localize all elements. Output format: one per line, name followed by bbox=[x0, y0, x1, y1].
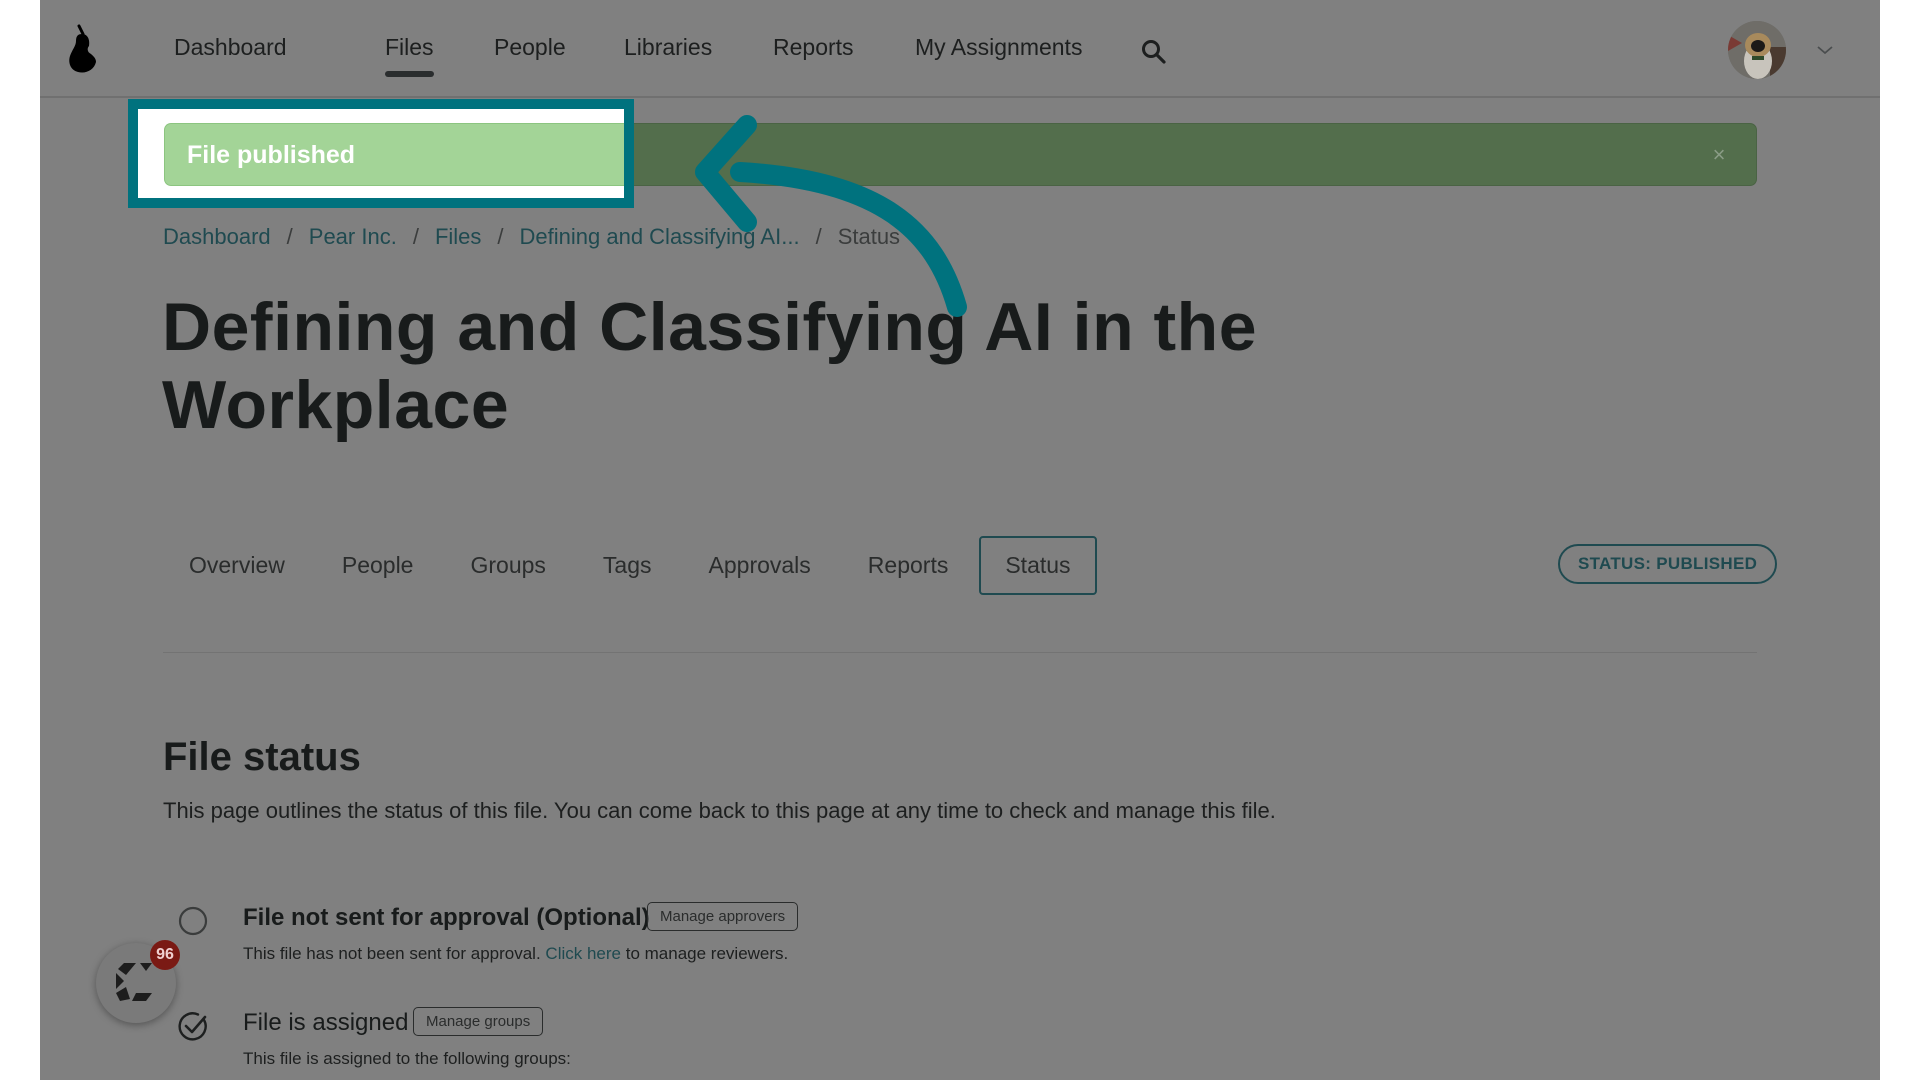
nav-people[interactable]: People bbox=[494, 34, 566, 61]
breadcrumb-files[interactable]: Files bbox=[435, 224, 481, 250]
breadcrumb-separator: / bbox=[286, 224, 293, 249]
alert-highlight: File published bbox=[164, 123, 624, 186]
empty-circle-icon bbox=[178, 906, 208, 936]
page-title: Defining and Classifying AI in the Workp… bbox=[162, 289, 1258, 443]
tab-status[interactable]: Status bbox=[979, 535, 1097, 595]
tab-people[interactable]: People bbox=[316, 536, 440, 595]
nav-my-assignments[interactable]: My Assignments bbox=[915, 34, 1082, 61]
top-navigation: Dashboard Files People Libraries Reports… bbox=[40, 0, 1880, 98]
status-label: File is assigned bbox=[243, 1009, 409, 1036]
close-icon[interactable]: × bbox=[1708, 144, 1730, 166]
app-frame: Dashboard Files People Libraries Reports… bbox=[40, 0, 1880, 1080]
status-description: This file is assigned to the following g… bbox=[243, 1049, 571, 1068]
status-text: This file has not been sent for approval… bbox=[243, 944, 541, 963]
breadcrumb-separator: / bbox=[412, 224, 419, 249]
file-tabs: Overview People Groups Tags Approvals Re… bbox=[163, 535, 1102, 595]
nav-reports[interactable]: Reports bbox=[773, 34, 854, 61]
search-icon[interactable] bbox=[1140, 38, 1168, 66]
pear-logo-icon[interactable] bbox=[66, 24, 102, 76]
status-text: to manage reviewers. bbox=[625, 944, 789, 963]
section-description: This page outlines the status of this fi… bbox=[163, 798, 1276, 823]
notification-badge: 96 bbox=[150, 940, 180, 970]
status-badge: STATUS: PUBLISHED bbox=[1558, 544, 1778, 584]
section-title: File status bbox=[163, 735, 361, 779]
divider bbox=[163, 652, 1757, 653]
status-description: This file has not been sent for approval… bbox=[243, 944, 788, 964]
nav-files[interactable]: Files bbox=[385, 34, 434, 77]
breadcrumb-current: Status bbox=[837, 224, 901, 249]
manage-groups-button[interactable]: Manage groups bbox=[413, 1007, 544, 1036]
chevron-down-icon[interactable] bbox=[1816, 44, 1834, 56]
breadcrumb-pear-inc[interactable]: Pear Inc. bbox=[309, 224, 397, 250]
dog-avatar-image bbox=[1728, 21, 1786, 79]
breadcrumb-dashboard[interactable]: Dashboard bbox=[163, 224, 271, 250]
tab-overview[interactable]: Overview bbox=[163, 536, 311, 595]
breadcrumb-separator: / bbox=[497, 224, 504, 249]
tab-groups[interactable]: Groups bbox=[444, 536, 571, 595]
tab-tags[interactable]: Tags bbox=[577, 536, 678, 595]
manage-approvers-button[interactable]: Manage approvers bbox=[647, 902, 799, 931]
click-here-link[interactable]: Click here bbox=[545, 944, 621, 963]
alert-message: File published bbox=[187, 141, 356, 169]
check-circle-icon bbox=[178, 1012, 207, 1041]
breadcrumb-separator: / bbox=[815, 224, 822, 249]
tab-approvals[interactable]: Approvals bbox=[683, 536, 837, 595]
breadcrumb: Dashboard / Pear Inc. / Files / Defining… bbox=[163, 224, 900, 250]
tab-reports[interactable]: Reports bbox=[842, 536, 975, 595]
breadcrumb-file[interactable]: Defining and Classifying AI... bbox=[520, 224, 800, 250]
status-label: File not sent for approval (Optional) bbox=[243, 904, 650, 931]
highlight-annotation: File published bbox=[128, 99, 634, 208]
nav-dashboard[interactable]: Dashboard bbox=[174, 34, 287, 61]
user-avatar[interactable] bbox=[1728, 21, 1786, 79]
nav-libraries[interactable]: Libraries bbox=[624, 34, 712, 61]
